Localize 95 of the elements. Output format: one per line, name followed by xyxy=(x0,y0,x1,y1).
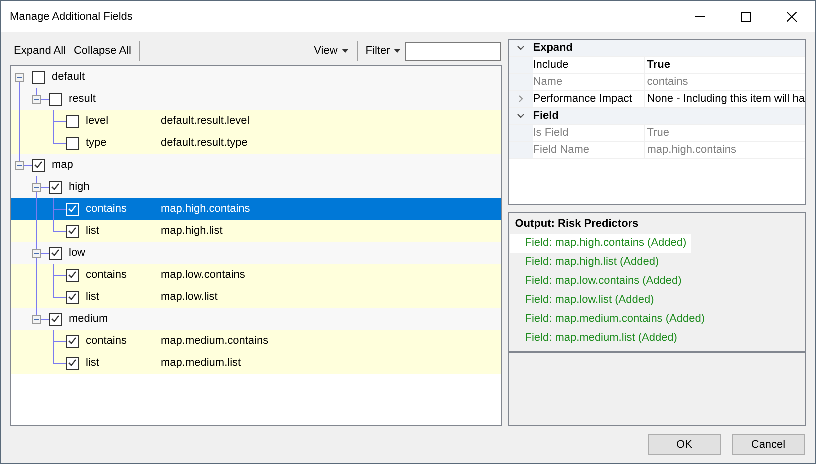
field-path: map.medium.list xyxy=(161,357,242,369)
menu-button[interactable]: Filter xyxy=(362,43,406,59)
property-value[interactable]: None - Including this item will ha xyxy=(645,91,805,107)
field-path: map.high.contains xyxy=(161,203,250,215)
tree-label: high xyxy=(69,181,90,193)
checkbox[interactable] xyxy=(32,158,45,172)
tree-row[interactable]: list map.medium.list xyxy=(11,352,502,374)
checkmark-icon xyxy=(68,337,77,345)
tree-row[interactable]: default xyxy=(11,66,502,88)
field-path: map.low.list xyxy=(161,291,218,303)
cancel-button[interactable]: Cancel xyxy=(732,434,805,455)
collapse-icon[interactable] xyxy=(32,95,41,104)
checkbox[interactable] xyxy=(66,334,79,348)
property-name: Performance Impact xyxy=(533,91,646,107)
tree-label: contains xyxy=(86,335,127,347)
tree-row[interactable]: contains map.medium.contains xyxy=(11,330,502,352)
checkmark-icon xyxy=(68,293,77,301)
ok-button[interactable]: OK xyxy=(648,434,721,455)
tree-row[interactable]: type default.result.type xyxy=(11,132,502,154)
output-title: Output: Risk Predictors xyxy=(515,218,640,230)
collapse-icon[interactable] xyxy=(15,161,24,170)
menu-button[interactable]: View xyxy=(310,43,353,59)
output-line[interactable]: Field: map.high.list (Added) xyxy=(510,253,684,272)
output-line[interactable]: Field: map.medium.contains (Added) xyxy=(510,310,709,329)
tree-label: contains xyxy=(86,269,127,281)
minimize-icon xyxy=(695,16,705,17)
collapse-icon[interactable] xyxy=(32,249,41,258)
checkbox[interactable] xyxy=(49,312,62,326)
tree-label: list xyxy=(86,225,100,237)
checkbox[interactable] xyxy=(66,356,79,370)
tree-label: list xyxy=(86,357,100,369)
filter-field[interactable] xyxy=(405,42,502,60)
tree-label: map xyxy=(52,159,74,171)
maximize-icon xyxy=(741,12,751,22)
checkbox[interactable] xyxy=(66,268,79,282)
tree-label: default xyxy=(52,71,86,83)
tree-row[interactable]: contains map.low.contains xyxy=(11,264,502,286)
field-path: map.high.list xyxy=(161,225,223,237)
caret-icon xyxy=(342,49,349,53)
checkmark-icon xyxy=(68,271,77,279)
collapse-icon[interactable] xyxy=(15,73,24,82)
checkmark-icon xyxy=(68,227,77,235)
tree-label: type xyxy=(86,137,107,149)
field-path: map.low.contains xyxy=(161,269,246,281)
collapse-icon[interactable] xyxy=(32,315,41,324)
toolbar-button[interactable]: Expand All xyxy=(10,43,70,59)
checkbox[interactable] xyxy=(66,136,79,150)
tree-label: list xyxy=(86,291,100,303)
caret-icon xyxy=(394,49,402,53)
tree-row[interactable]: medium xyxy=(11,308,502,330)
output-line[interactable]: Field: map.low.contains (Added) xyxy=(510,272,686,291)
category-header[interactable]: Field xyxy=(533,108,805,124)
tree-label: contains xyxy=(86,203,127,215)
collapse-icon[interactable] xyxy=(32,183,41,192)
toolbar-button[interactable]: Collapse All xyxy=(70,43,136,59)
field-path: map.medium.contains xyxy=(161,335,269,347)
checkbox[interactable] xyxy=(66,224,79,238)
checkmark-icon xyxy=(34,161,43,169)
property-name: Include xyxy=(533,57,646,73)
checkmark-icon xyxy=(68,205,77,213)
tree-row[interactable]: level default.result.level xyxy=(11,110,502,132)
property-name: Is Field xyxy=(533,125,646,141)
checkbox[interactable] xyxy=(49,180,62,194)
field-path: default.result.type xyxy=(161,137,248,149)
checkmark-icon xyxy=(51,249,60,257)
checkbox[interactable] xyxy=(49,246,62,260)
checkmark-icon xyxy=(51,315,60,323)
checkbox[interactable] xyxy=(66,114,79,128)
checkbox[interactable] xyxy=(32,70,45,84)
checkmark-icon xyxy=(51,183,60,191)
output-line[interactable]: Field: map.low.list (Added) xyxy=(510,291,684,310)
checkbox[interactable] xyxy=(49,92,62,106)
category-header[interactable]: Expand xyxy=(533,40,805,56)
output-line[interactable]: Field: map.medium.list (Added) xyxy=(510,329,684,348)
tree-label: medium xyxy=(69,313,108,325)
checkmark-icon xyxy=(68,359,77,367)
tree-row[interactable]: map xyxy=(11,154,502,176)
tree-row[interactable]: low xyxy=(11,242,502,264)
tree-row[interactable]: contains map.high.contains xyxy=(11,198,502,220)
field-path: default.result.level xyxy=(161,115,250,127)
tree-row[interactable]: list map.high.list xyxy=(11,220,502,242)
tree-label: result xyxy=(69,93,96,105)
tree-row[interactable]: list map.low.list xyxy=(11,286,502,308)
property-value[interactable]: True xyxy=(645,57,670,73)
tree-row[interactable]: high xyxy=(11,176,502,198)
checkbox[interactable] xyxy=(66,290,79,304)
chevron-icon[interactable] xyxy=(517,112,526,120)
property-name: Field Name xyxy=(533,142,646,158)
window-title: Manage Additional Fields xyxy=(9,10,134,22)
property-name: Name xyxy=(533,74,646,90)
tree-row[interactable]: result xyxy=(11,88,502,110)
tree-label: level xyxy=(86,115,109,127)
close-icon xyxy=(787,12,797,22)
tree-label: low xyxy=(69,247,86,259)
chevron-icon[interactable] xyxy=(517,44,526,52)
